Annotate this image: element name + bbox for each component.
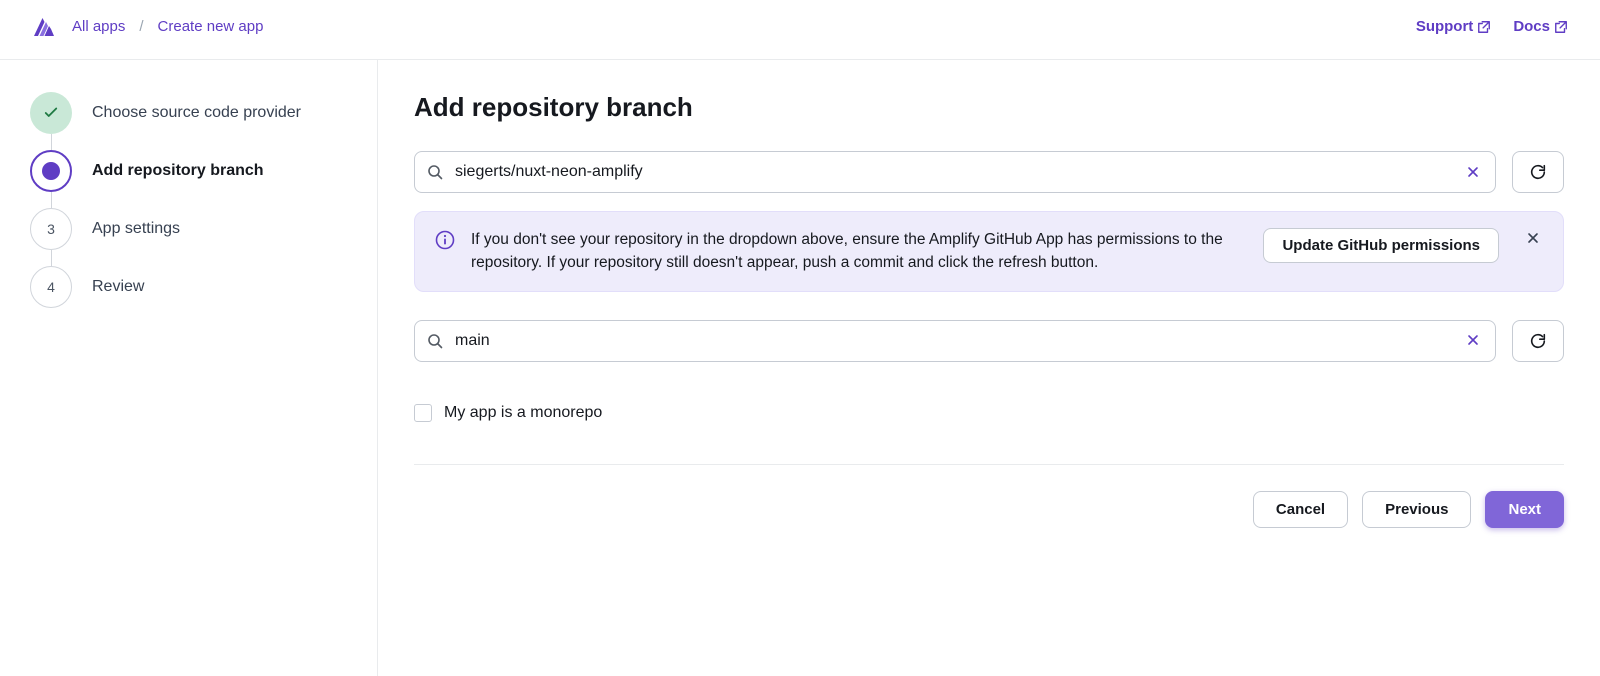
step-label: Add repository branch (92, 162, 264, 180)
monorepo-row: My app is a monorepo (414, 404, 1564, 422)
footer-buttons: Cancel Previous Next (414, 491, 1564, 528)
docs-label: Docs (1513, 18, 1550, 35)
dismiss-banner-button[interactable] (1523, 228, 1543, 251)
refresh-repo-button[interactable] (1512, 151, 1564, 193)
step-choose-source[interactable]: Choose source code provider (30, 92, 347, 150)
close-icon (1467, 334, 1479, 346)
page-body: Choose source code provider Add reposito… (0, 60, 1600, 676)
repo-field-row (414, 151, 1564, 193)
step-number: 3 (30, 208, 72, 250)
page-title: Add repository branch (414, 92, 1564, 123)
previous-button[interactable]: Previous (1362, 491, 1471, 528)
search-icon (427, 164, 443, 180)
step-label: App settings (92, 220, 180, 238)
step-done-indicator (30, 92, 72, 134)
support-label: Support (1416, 18, 1474, 35)
topbar-right: Support Docs (1416, 18, 1568, 35)
monorepo-label[interactable]: My app is a monorepo (444, 404, 602, 422)
search-icon (427, 333, 443, 349)
close-icon (1527, 232, 1539, 244)
branch-select[interactable] (414, 320, 1496, 362)
top-bar: All apps / Create new app Support Docs (0, 0, 1600, 60)
external-link-icon (1554, 20, 1568, 34)
breadcrumb-separator: / (139, 18, 143, 35)
update-github-permissions-button[interactable]: Update GitHub permissions (1263, 228, 1499, 263)
topbar-left: All apps / Create new app (32, 15, 263, 39)
info-icon (435, 230, 455, 253)
step-app-settings[interactable]: 3 App settings (30, 208, 347, 266)
main-content: Add repository branch If you don't see y… (378, 60, 1600, 676)
step-add-repo-branch[interactable]: Add repository branch (30, 150, 347, 208)
refresh-icon (1529, 163, 1547, 181)
info-message: If you don't see your repository in the … (471, 228, 1247, 275)
footer-divider (414, 464, 1564, 465)
external-link-icon (1477, 20, 1491, 34)
support-link[interactable]: Support (1416, 18, 1492, 35)
clear-branch-button[interactable] (1463, 326, 1483, 355)
info-banner: If you don't see your repository in the … (414, 211, 1564, 292)
refresh-branch-button[interactable] (1512, 320, 1564, 362)
cancel-button[interactable]: Cancel (1253, 491, 1348, 528)
step-active-indicator (30, 150, 72, 192)
breadcrumb-create-new-app[interactable]: Create new app (158, 18, 264, 35)
clear-repo-button[interactable] (1463, 158, 1483, 187)
step-label: Review (92, 278, 144, 296)
repository-select[interactable] (414, 151, 1496, 193)
monorepo-checkbox[interactable] (414, 404, 432, 422)
check-icon (42, 104, 60, 122)
step-label: Choose source code provider (92, 104, 301, 122)
amplify-logo-icon (32, 15, 56, 39)
branch-input[interactable] (455, 332, 1463, 350)
branch-field-row (414, 320, 1564, 362)
wizard-steps-sidebar: Choose source code provider Add reposito… (0, 60, 378, 676)
refresh-icon (1529, 332, 1547, 350)
docs-link[interactable]: Docs (1513, 18, 1568, 35)
breadcrumb: All apps / Create new app (72, 18, 263, 35)
step-review[interactable]: 4 Review (30, 266, 347, 324)
next-button[interactable]: Next (1485, 491, 1564, 528)
breadcrumb-all-apps[interactable]: All apps (72, 18, 125, 35)
close-icon (1467, 166, 1479, 178)
step-number: 4 (30, 266, 72, 308)
repository-input[interactable] (455, 163, 1463, 181)
